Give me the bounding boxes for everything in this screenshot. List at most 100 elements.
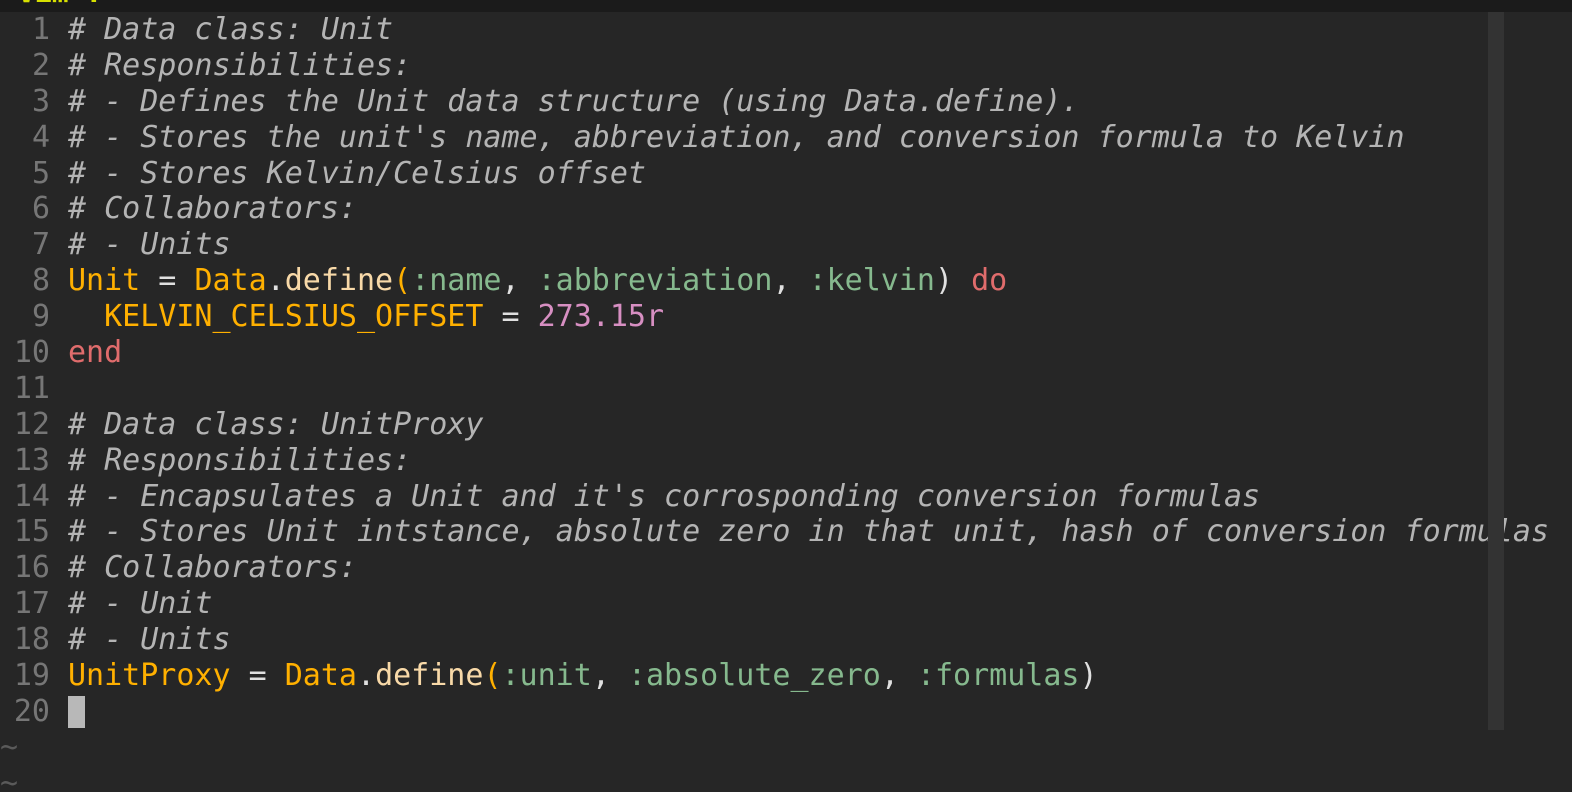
code-line[interactable]: 10 end — [0, 335, 1572, 371]
code-text: # Responsibilities: — [68, 443, 411, 479]
code-token: KELVIN_CELSIUS_OFFSET — [104, 299, 484, 335]
code-token: Data — [194, 263, 267, 299]
code-token: # - Stores Kelvin/Celsius offset — [68, 155, 646, 191]
code-line[interactable]: 14 # - Encapsulates a Unit and it's corro… — [0, 479, 1572, 515]
vertical-scrollbar[interactable] — [1488, 12, 1504, 730]
code-token: ) — [935, 263, 972, 299]
code-token: # - Units — [68, 622, 231, 658]
line-number: 16 — [13, 550, 50, 586]
text-cursor — [68, 696, 85, 729]
code-editor[interactable]: 1 # Data class: Unit 2 # Responsibilities: 3… — [0, 12, 1572, 792]
code-token: . — [266, 263, 285, 299]
code-line[interactable]: 19 UnitProxy = Data.define(:unit, :absolu… — [0, 658, 1572, 694]
code-token: # Responsibilities: — [68, 47, 412, 83]
code-token: # - Encapsulates a Unit and it's corrosp… — [68, 478, 1261, 514]
code-line[interactable]: 11 — [0, 371, 1572, 407]
line-number: 11 — [13, 370, 50, 406]
code-text: # Collaborators: — [68, 191, 357, 227]
code-token: ) — [1079, 658, 1098, 694]
code-line[interactable]: 15 # - Stores Unit intstance, absolute ze… — [0, 514, 1572, 550]
code-token: define — [284, 263, 394, 299]
code-line[interactable]: 8 Unit = Data.define(:name, :abbreviation… — [0, 263, 1572, 299]
empty-line-marker: ~ — [0, 765, 19, 792]
code-token: # Collaborators: — [68, 550, 357, 586]
line-number: 13 — [13, 442, 50, 478]
code-text: Unit = Data.define(:name, :abbreviation,… — [68, 263, 1007, 299]
code-token: # Data class: Unit — [68, 12, 394, 47]
code-token: ( — [393, 263, 412, 299]
code-token: 273.15r — [537, 299, 665, 335]
code-line[interactable]: 16 # Collaborators: — [0, 550, 1572, 586]
code-text — [68, 694, 85, 730]
code-line[interactable]: 9 KELVIN_CELSIUS_OFFSET = 273.15r — [0, 299, 1572, 335]
code-line[interactable]: 12 # Data class: UnitProxy — [0, 407, 1572, 443]
line-number: 19 — [13, 658, 50, 694]
code-text: # Collaborators: — [68, 550, 357, 586]
line-number: 10 — [13, 335, 50, 371]
code-token: , — [591, 658, 628, 694]
code-token: # Responsibilities: — [68, 442, 412, 478]
code-line[interactable]: 20 — [0, 694, 1572, 730]
code-token: do — [971, 263, 1008, 299]
code-line[interactable]: 5 # - Stores Kelvin/Celsius offset — [0, 156, 1572, 192]
code-line[interactable]: 4 # - Stores the unit's name, abbreviatio… — [0, 120, 1572, 156]
line-number: 6 — [31, 191, 50, 227]
window-title-bar: Vim : — [0, 0, 1572, 12]
code-text: # - Unit — [68, 586, 213, 622]
line-number: 20 — [13, 693, 50, 729]
code-line[interactable]: 3 # - Defines the Unit data structure (us… — [0, 84, 1572, 120]
code-token: :kelvin — [808, 263, 935, 299]
code-token: define — [375, 658, 484, 694]
line-number: 5 — [31, 155, 50, 191]
code-text: # Responsibilities: — [68, 48, 411, 84]
line-number: 7 — [31, 227, 50, 263]
code-token: :absolute_zero — [627, 658, 881, 694]
code-token: , — [772, 263, 809, 299]
line-number: 18 — [13, 622, 50, 658]
line-number: 3 — [31, 83, 50, 119]
code-token: , — [501, 263, 538, 299]
code-line[interactable]: 6 # Collaborators: — [0, 191, 1572, 227]
code-token: Unit — [68, 263, 141, 299]
code-token: :formulas — [916, 658, 1080, 694]
code-line[interactable]: 1 # Data class: Unit — [0, 12, 1572, 48]
code-line[interactable]: 2 # Responsibilities: — [0, 48, 1572, 84]
code-token: # - Stores the unit's name, abbreviation… — [68, 119, 1405, 155]
code-token: = — [230, 658, 285, 694]
code-text: # Data class: Unit — [68, 12, 393, 48]
code-token: . — [357, 658, 376, 694]
code-token: Data — [284, 658, 357, 694]
code-text: # - Encapsulates a Unit and it's corrosp… — [68, 479, 1260, 515]
code-line[interactable]: 7 # - Units — [0, 227, 1572, 263]
code-text: # Data class: UnitProxy — [68, 407, 483, 443]
code-line[interactable]: 18 # - Units — [0, 622, 1572, 658]
code-text: # - Defines the Unit data structure (usi… — [68, 84, 1079, 120]
code-token: , — [880, 658, 917, 694]
code-token: :abbreviation — [537, 263, 773, 299]
code-text: end — [68, 335, 122, 371]
line-number: 12 — [13, 406, 50, 442]
code-token: # - Stores Unit intstance, absolute zero… — [68, 514, 1550, 550]
code-token: # - Unit — [68, 586, 213, 622]
code-token: # - Defines the Unit data structure (usi… — [68, 83, 1080, 119]
line-number: 9 — [31, 299, 50, 335]
code-line[interactable]: 17 # - Unit — [0, 586, 1572, 622]
code-text: KELVIN_CELSIUS_OFFSET = 273.15r — [68, 299, 664, 335]
code-token: # Collaborators: — [68, 191, 357, 227]
code-token: UnitProxy — [68, 658, 231, 694]
line-number: 15 — [13, 514, 50, 550]
code-text: # - Units — [68, 622, 231, 658]
code-text: # - Units — [68, 227, 231, 263]
code-text: UnitProxy = Data.define(:unit, :absolute… — [68, 658, 1098, 694]
code-line[interactable]: 13 # Responsibilities: — [0, 443, 1572, 479]
line-number: 4 — [31, 119, 50, 155]
code-token: = — [483, 299, 538, 335]
code-token: = — [140, 263, 195, 299]
code-token: ( — [483, 658, 502, 694]
line-number: 2 — [31, 47, 50, 83]
line-number: 17 — [13, 586, 50, 622]
code-text: # - Stores the unit's name, abbreviation… — [68, 120, 1405, 156]
code-text: # - Stores Unit intstance, absolute zero… — [68, 514, 1549, 550]
empty-line-marker: ~ — [0, 729, 19, 765]
